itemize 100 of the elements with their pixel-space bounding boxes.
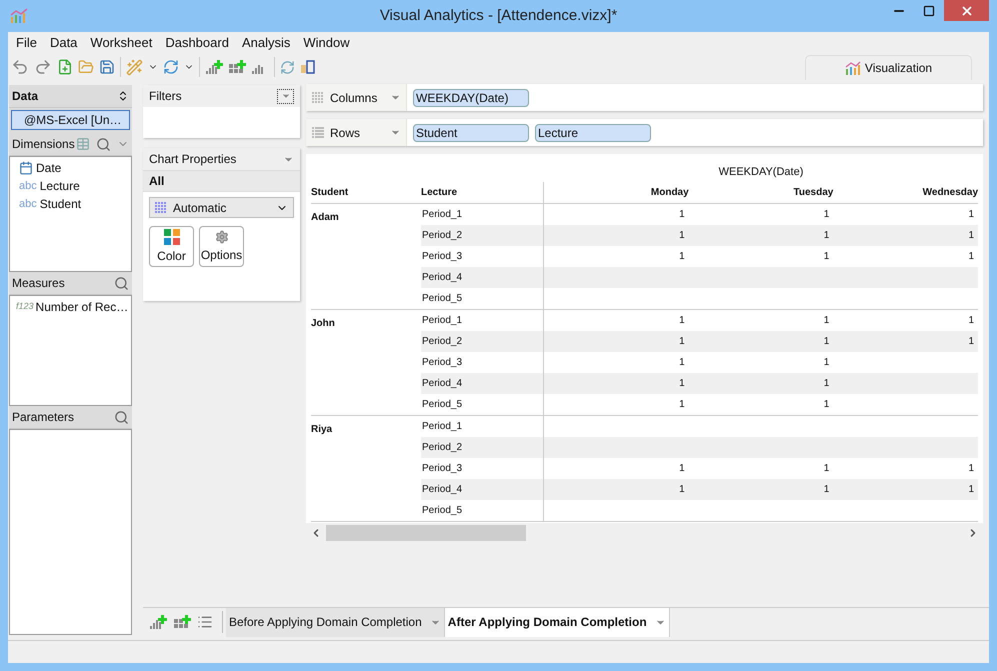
table-cell: 1: [824, 484, 830, 495]
refresh-icon[interactable]: [163, 59, 179, 75]
chart-properties-title: Chart Properties: [149, 151, 238, 168]
add-chart-icon[interactable]: [149, 614, 167, 630]
row-header: Riya: [311, 424, 332, 435]
table-cell: 1: [968, 230, 974, 241]
close-button[interactable]: [944, 0, 989, 21]
menu-item[interactable]: Worksheet: [90, 33, 152, 53]
table-cell: 1: [679, 230, 685, 241]
measures-title: Measures: [12, 275, 66, 292]
chart-type-select[interactable]: Automatic: [149, 197, 294, 218]
new-file-icon[interactable]: [57, 59, 73, 75]
search-icon[interactable]: [96, 136, 111, 152]
add-grid-icon[interactable]: [228, 59, 246, 75]
redo-icon[interactable]: [34, 58, 52, 76]
menu-item[interactable]: Analysis: [242, 33, 290, 53]
menu-item[interactable]: Dashboard: [165, 33, 229, 53]
scope-label: All: [149, 173, 164, 190]
sheet-tab[interactable]: Before Applying Domain Completion: [226, 608, 444, 636]
visualization-tab[interactable]: Visualization: [805, 55, 972, 80]
menu-item[interactable]: Window: [303, 33, 350, 53]
data-source-item[interactable]: @MS-Excel [Un…: [11, 110, 130, 130]
table-cell: 1: [824, 357, 830, 368]
menu-item[interactable]: Data: [50, 33, 78, 53]
save-icon[interactable]: [99, 59, 115, 75]
table-cell: 1: [824, 251, 830, 262]
dropdown-button[interactable]: [277, 88, 294, 104]
color-squares-icon: [164, 228, 180, 244]
measure-item[interactable]: Number of Rec…: [36, 298, 128, 316]
rows-icon: [311, 126, 325, 140]
table-cell: 1: [968, 209, 974, 220]
search-icon[interactable]: [114, 276, 129, 290]
dimensions-title: Dimensions: [12, 136, 76, 153]
table-cell: 1: [968, 484, 974, 495]
shelf-label: Rows: [330, 124, 362, 142]
table-cell: 1: [824, 336, 830, 347]
table-cell: 1: [679, 315, 685, 326]
search-icon[interactable]: [114, 410, 129, 424]
field-pill[interactable]: WEEKDAY(Date): [413, 88, 529, 106]
shelf-label: Columns: [330, 90, 378, 106]
sheet-tab[interactable]: After Applying Domain Completion: [444, 608, 670, 636]
table-cell: 1: [679, 209, 685, 220]
sort-icon[interactable]: [117, 90, 129, 102]
table-cell: 1: [968, 463, 974, 474]
data-title: Data: [12, 88, 40, 105]
row-header: Period_2: [421, 331, 544, 352]
type-label: abc: [19, 178, 37, 194]
data-source-label: @MS-Excel [Un…: [24, 112, 122, 129]
dimension-item[interactable]: Lecture: [40, 177, 80, 195]
field-pill[interactable]: Lecture: [535, 124, 651, 142]
type-label: f123: [16, 300, 34, 314]
table-cell: 1: [824, 399, 830, 410]
column-header: Lecture: [421, 182, 544, 203]
add-chart-icon[interactable]: [205, 59, 223, 75]
row-header: Period_2: [421, 225, 544, 246]
close-icon: [960, 4, 974, 18]
table-cell: 1: [679, 357, 685, 368]
dimension-item[interactable]: Student: [40, 195, 82, 213]
parameters-title: Parameters: [12, 409, 76, 426]
filters-title: Filters: [149, 88, 183, 105]
options-button[interactable]: Options: [199, 226, 244, 267]
settings-icon: [214, 230, 228, 244]
row-header: Period_5: [421, 500, 544, 521]
list-icon[interactable]: [197, 614, 213, 630]
menu-item[interactable]: File: [16, 33, 37, 53]
table-cell: 1: [679, 484, 685, 495]
row-header: Period_5: [421, 394, 544, 415]
table-icon[interactable]: [76, 137, 90, 151]
column-header: Student: [311, 186, 350, 200]
row-header: Period_2: [421, 437, 544, 458]
column-header: Wednesday: [922, 186, 978, 200]
folder-icon[interactable]: [78, 59, 94, 75]
table-cell: 1: [968, 336, 974, 347]
table-cell: 1: [679, 336, 685, 347]
table-cell: 1: [968, 315, 974, 326]
add-grid-icon[interactable]: [173, 614, 191, 630]
dimension-item[interactable]: Date: [36, 159, 62, 177]
table-cell: 1: [824, 315, 830, 326]
column-header: Monday: [650, 186, 689, 200]
table-cell: 1: [968, 251, 974, 262]
type-label: abc: [19, 196, 37, 212]
row-header: Period_4: [421, 267, 544, 288]
cycle-icon[interactable]: [280, 60, 295, 74]
row-header: Period_4: [421, 373, 544, 394]
maximize-icon: [923, 5, 935, 17]
chart-logo-icon: [844, 61, 861, 75]
row-header: Adam: [311, 212, 339, 223]
grid-icon: [155, 202, 167, 214]
column-header: Tuesday: [792, 186, 834, 200]
table-cell: 1: [824, 230, 830, 241]
table-cell: 1: [679, 251, 685, 262]
scrollbar-thumb[interactable]: [326, 525, 526, 541]
columns-icon: [311, 90, 325, 104]
row-header: John: [311, 318, 335, 329]
app-logo-icon: [10, 8, 28, 24]
field-pill[interactable]: Student: [413, 124, 529, 142]
layout-icon[interactable]: [300, 59, 316, 75]
color-button[interactable]: Color: [149, 226, 194, 267]
window-title: Visual Analytics - [Attendence.vizx]*: [380, 6, 618, 26]
undo-icon[interactable]: [11, 58, 29, 76]
